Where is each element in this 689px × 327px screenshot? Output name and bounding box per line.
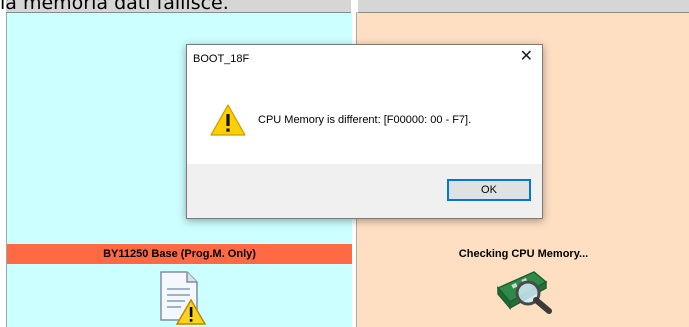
dialog-message: CPU Memory is different: [F00000: 00 - F… bbox=[258, 114, 472, 126]
warning-icon bbox=[210, 104, 246, 136]
background-caption: la memoria dati fallisce. bbox=[0, 0, 229, 14]
ok-button[interactable]: OK bbox=[447, 179, 531, 201]
left-status-bar: BY11250 Base (Prog.M. Only) bbox=[7, 244, 352, 264]
right-status-bar: Checking CPU Memory... bbox=[458, 248, 589, 260]
dialog-title: BOOT_18F bbox=[193, 53, 250, 65]
dialog-footer: OK bbox=[187, 164, 542, 218]
error-dialog: BOOT_18F ✕ CPU Memory is different: [F00… bbox=[186, 44, 543, 219]
memory-search-icon bbox=[496, 271, 552, 314]
document-warning-icon bbox=[160, 271, 207, 325]
dialog-body: CPU Memory is different: [F00000: 00 - F… bbox=[187, 75, 542, 161]
close-icon[interactable]: ✕ bbox=[520, 49, 533, 65]
right-header-strip bbox=[358, 0, 689, 13]
